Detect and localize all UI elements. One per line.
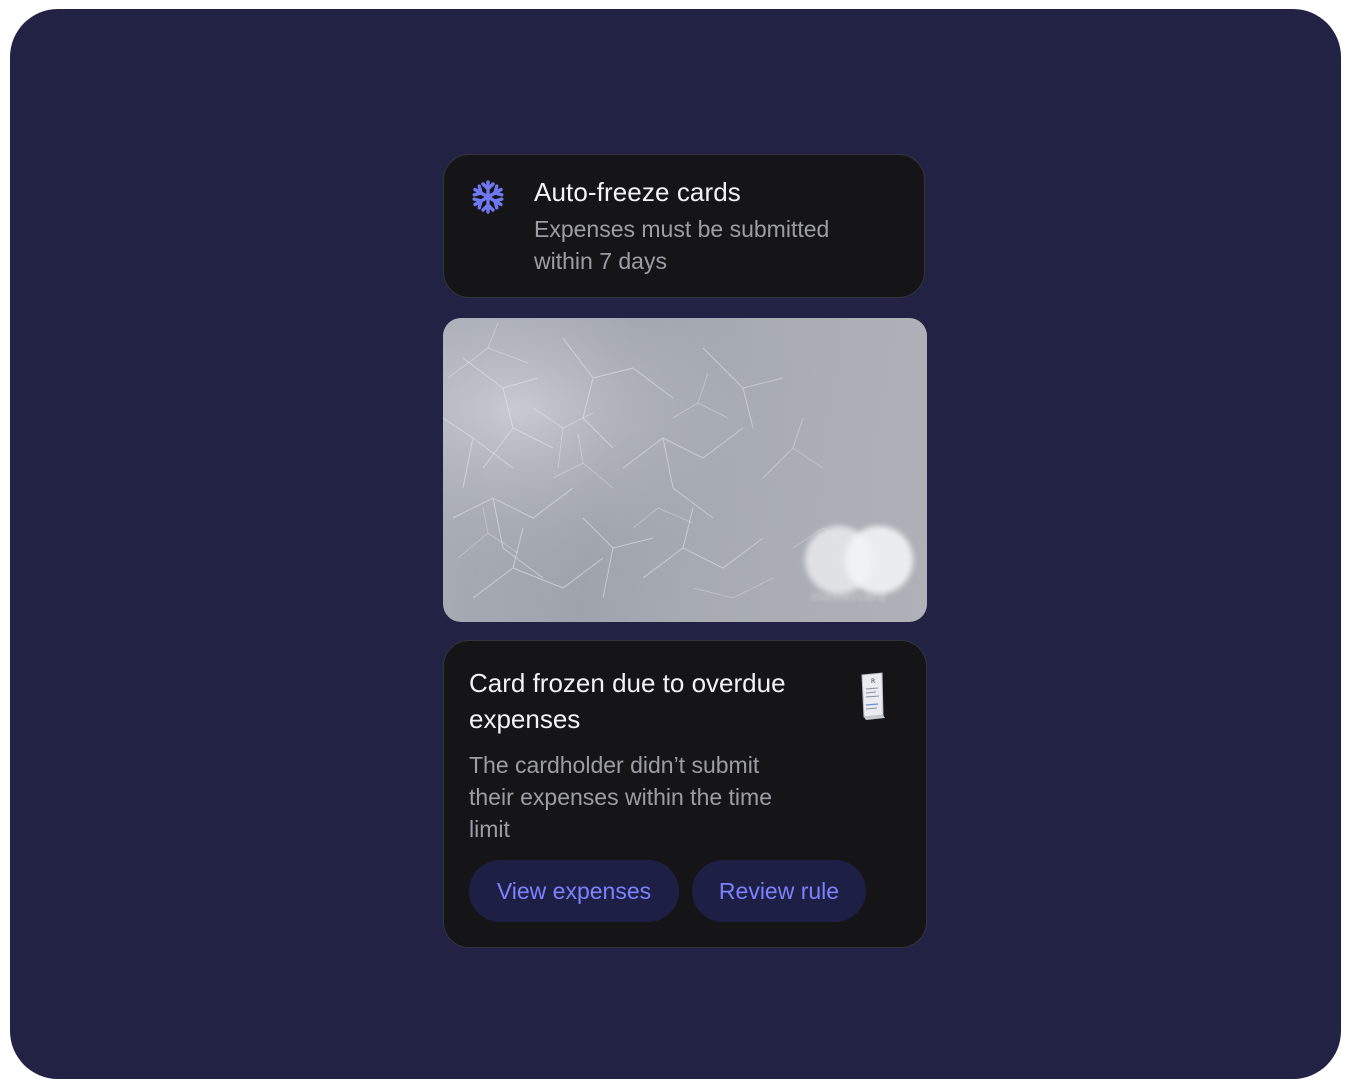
view-expenses-button[interactable]: View expenses	[469, 860, 679, 922]
notice-description: The cardholder didn’t submit their expen…	[469, 752, 772, 842]
mastercard-wordmark: mastercard	[811, 588, 887, 604]
rule-description: Expenses must be submitted within 7 days	[534, 216, 830, 274]
review-rule-button[interactable]: Review rule	[692, 860, 866, 922]
notice-title: Card frozen due to overdue expenses	[469, 668, 786, 734]
snowflake-icon	[470, 179, 506, 215]
auto-freeze-rule-card[interactable]: Auto-freeze cards Expenses must be submi…	[443, 154, 925, 298]
svg-text:R: R	[871, 678, 875, 685]
frozen-card-image: mastercard	[443, 318, 927, 622]
card-frozen-notice: Card frozen due to overdue expenses R Th…	[443, 640, 927, 948]
receipt-icon: R	[852, 671, 890, 721]
rule-title: Auto-freeze cards	[534, 177, 741, 207]
app-background: Auto-freeze cards Expenses must be submi…	[10, 9, 1341, 1079]
